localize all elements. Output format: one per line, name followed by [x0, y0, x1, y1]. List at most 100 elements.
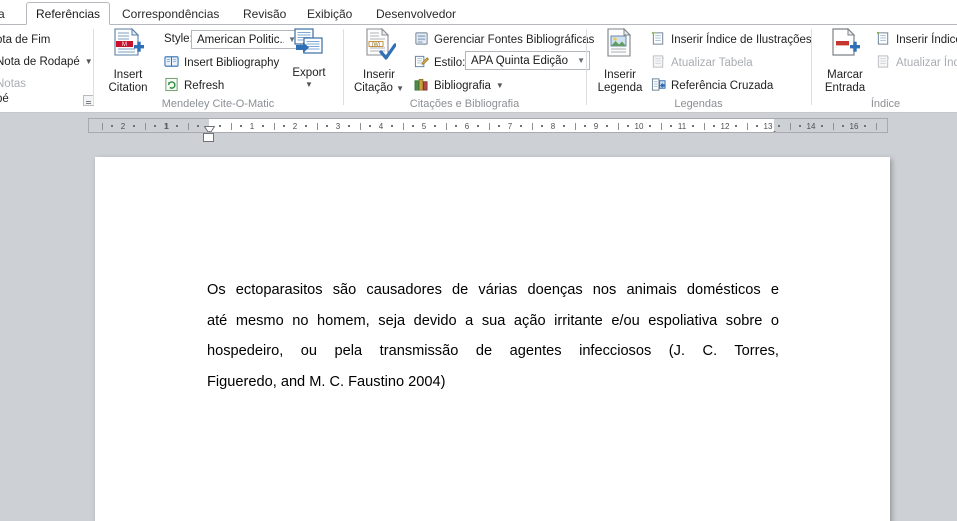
chevron-down-icon: ▼ [305, 80, 313, 89]
ruler-minor-mark [369, 125, 372, 127]
ruler-left-indent-square-handle[interactable] [203, 133, 214, 142]
ruler-minor-mark [519, 125, 522, 127]
marcar-entrada-label-1: Marcar [827, 69, 863, 81]
ruler-minor-mark [799, 125, 802, 127]
paragraph-line: Os ectoparasitos são causadores de vária… [207, 282, 779, 298]
ruler-number: 16 [849, 122, 859, 131]
manage-sources-icon [414, 31, 429, 49]
ruler-minor-mark [283, 125, 286, 127]
footnote-button[interactable]: Nota de Rodapé ▼ [0, 52, 93, 71]
ruler-half-mark [746, 123, 748, 130]
tab-correspondencias[interactable]: Correspondências [112, 2, 232, 25]
tab-referencias[interactable]: Referências [26, 2, 110, 25]
ruler-half-mark [617, 123, 619, 130]
ruler-minor-mark [326, 125, 329, 127]
ruler-number: 9 [593, 122, 599, 131]
ruler-number: 8 [550, 122, 556, 131]
ruler-minor-mark [111, 125, 114, 127]
export-label: Export [292, 67, 326, 79]
horizontal-ruler[interactable]: 2 1 1 1 2 3 4 5 6 7 8 9 10 11 12 13 14 16 [88, 118, 888, 133]
referencia-cruzada-label: Referência Cruzada [671, 79, 774, 92]
group-separator-4 [811, 29, 812, 105]
ruler-area: 2 1 1 1 2 3 4 5 6 7 8 9 10 11 12 13 14 16 [0, 113, 957, 145]
refresh-button[interactable]: Refresh [164, 76, 224, 95]
notes-partial-button[interactable]: Notas [0, 74, 26, 93]
ruler-minor-mark [756, 125, 759, 127]
ruler-number: 4 [378, 122, 384, 131]
inserir-citacao-label-2: Citação [353, 82, 393, 94]
ruler-number: 12 [720, 122, 730, 131]
ruler-half-mark [273, 123, 275, 130]
ruler-half-mark [230, 123, 232, 130]
insert-bibliography-label: Insert Bibliography [184, 56, 280, 69]
ruler-minor-mark [584, 125, 587, 127]
ribbon-group-notas: ota de Fim Nota de Rodapé ▼ Notas pé [0, 25, 94, 112]
tab-desenvolvedor[interactable]: Desenvolvedor [366, 2, 470, 25]
gerenciar-fontes-button[interactable]: Gerenciar Fontes Bibliográficas [414, 30, 594, 49]
atualizar-tabela-button[interactable]: Atualizar Tabela [651, 53, 753, 72]
ruler-half-mark [660, 123, 662, 130]
ruler-half-mark [187, 123, 189, 130]
ribbon-group-legendas: Inserir Legenda Inserir Índice de Ilustr… [589, 25, 812, 112]
ruler-number: 11 [677, 122, 687, 131]
ruler-minor-mark [240, 125, 243, 127]
ruler-number: 6 [464, 122, 470, 131]
ruler-half-mark [531, 123, 533, 130]
insert-bibliography-button[interactable]: Insert Bibliography [164, 53, 279, 72]
ruler-number: 7 [507, 122, 513, 131]
group-title-citacoes: Citações e Bibliografia [409, 98, 520, 110]
bibliografia-button[interactable]: Bibliografia ▼ [414, 76, 504, 95]
estilo-icon-wrap: Estilo: [414, 53, 465, 72]
export-button[interactable]: Export ▼ [282, 27, 336, 89]
footer-partial-label: pé [0, 93, 9, 105]
ruler-number: 10 [634, 122, 644, 131]
group-title-indice: Índice [870, 98, 901, 110]
refresh-label: Refresh [184, 79, 225, 92]
tab-referencias-label: Referências [36, 7, 101, 21]
ruler-hanging-indent-marker[interactable] [204, 126, 215, 132]
cross-reference-icon [651, 77, 666, 95]
endnote-label: ota de Fim [0, 33, 51, 46]
tab-revisao[interactable]: Revisão [233, 2, 295, 25]
insert-citation-button[interactable]: M Insert Citation [98, 27, 158, 95]
inserir-citacao-button[interactable]: (W) Inserir Citação ▼ [350, 27, 408, 95]
estilo-value: APA Quinta Edição [471, 54, 568, 67]
notes-partial-label: Notas [0, 77, 27, 90]
inserir-legenda-icon [603, 27, 637, 66]
referencia-cruzada-button[interactable]: Referência Cruzada [651, 76, 773, 95]
ruler-minor-mark [304, 125, 307, 127]
marcar-entrada-label-2: Entrada [824, 82, 866, 94]
refresh-icon [164, 77, 179, 95]
ruler-half-mark [789, 123, 791, 130]
inserir-indice-ilustracoes-button[interactable]: Inserir Índice de Ilustrações [651, 30, 812, 49]
inserir-citacao-label-1: Inserir [363, 69, 395, 81]
atualizar-indice-button[interactable]: Atualizar Índice [876, 53, 957, 72]
estilo-combo[interactable]: APA Quinta Edição ▼ [465, 51, 590, 70]
ruler-half-mark [445, 123, 447, 130]
ruler-half-mark [832, 123, 834, 130]
atualizar-tabela-label: Atualizar Tabela [671, 56, 753, 69]
ruler-minor-mark [154, 125, 157, 127]
paragraph-line: até mesmo no homem, seja devido a sua aç… [207, 312, 779, 329]
svg-text:M: M [122, 42, 127, 48]
ruler-minor-mark [218, 125, 221, 127]
ruler-right-indent-marker[interactable] [769, 126, 780, 132]
endnote-button[interactable]: ota de Fim [0, 30, 50, 49]
group-separator-2 [343, 29, 344, 105]
ruler-minor-mark [175, 125, 178, 127]
inserir-indice-button[interactable]: Inserir Índice [876, 30, 957, 49]
footnote-label: Nota de Rodapé [0, 55, 80, 68]
group-separator-3 [586, 29, 587, 105]
document-paragraph[interactable]: Os ectoparasitos são causadores de vária… [207, 275, 779, 397]
document-workspace: Os ectoparasitos são causadores de vária… [0, 145, 957, 521]
update-index-icon [876, 54, 891, 72]
bibliografia-label: Bibliografia [434, 79, 491, 92]
inserir-legenda-button[interactable]: Inserir Legenda [591, 27, 649, 95]
marcar-entrada-button[interactable]: Marcar Entrada [816, 27, 874, 95]
ruler-minor-mark [476, 125, 479, 127]
paragraph-line: Figueredo, and M. C. Faustino 2004) [207, 373, 446, 390]
document-page[interactable]: Os ectoparasitos são causadores de vária… [95, 157, 890, 521]
tab-exibicao[interactable]: Exibição [297, 2, 363, 25]
style-icon [414, 54, 429, 72]
estilo-label: Estilo: [434, 56, 466, 69]
